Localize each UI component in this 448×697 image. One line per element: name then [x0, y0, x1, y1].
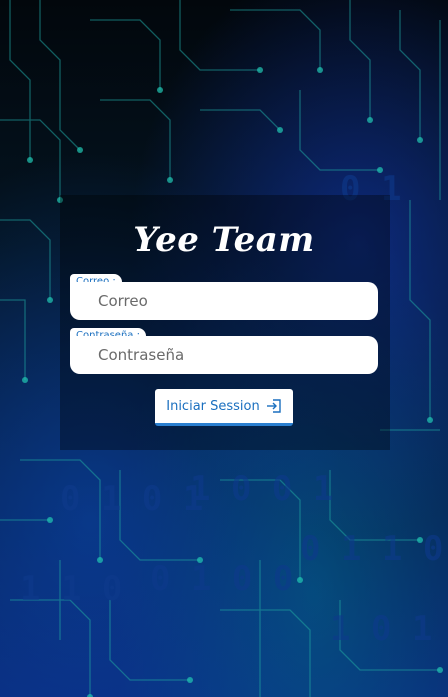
password-field[interactable] [98, 336, 368, 374]
svg-text:0 1 0 1: 0 1 0 1 [60, 479, 203, 519]
sign-in-icon [266, 399, 282, 413]
password-field-container [70, 336, 378, 374]
email-field[interactable] [98, 282, 368, 320]
svg-text:0 1 0 0: 0 1 0 0 [150, 559, 293, 599]
app-title: Yee Team [133, 220, 315, 260]
svg-text:1 1 0: 1 1 0 [20, 569, 122, 609]
svg-text:1 0 1: 1 0 1 [330, 609, 432, 649]
email-field-container [70, 282, 378, 320]
svg-text:0 1 1 0: 0 1 1 0 [300, 529, 443, 569]
login-button-label: Iniciar Session [166, 398, 260, 414]
svg-text:1 0 0 1: 1 0 0 1 [190, 469, 333, 509]
login-button[interactable]: Iniciar Session [155, 389, 293, 426]
